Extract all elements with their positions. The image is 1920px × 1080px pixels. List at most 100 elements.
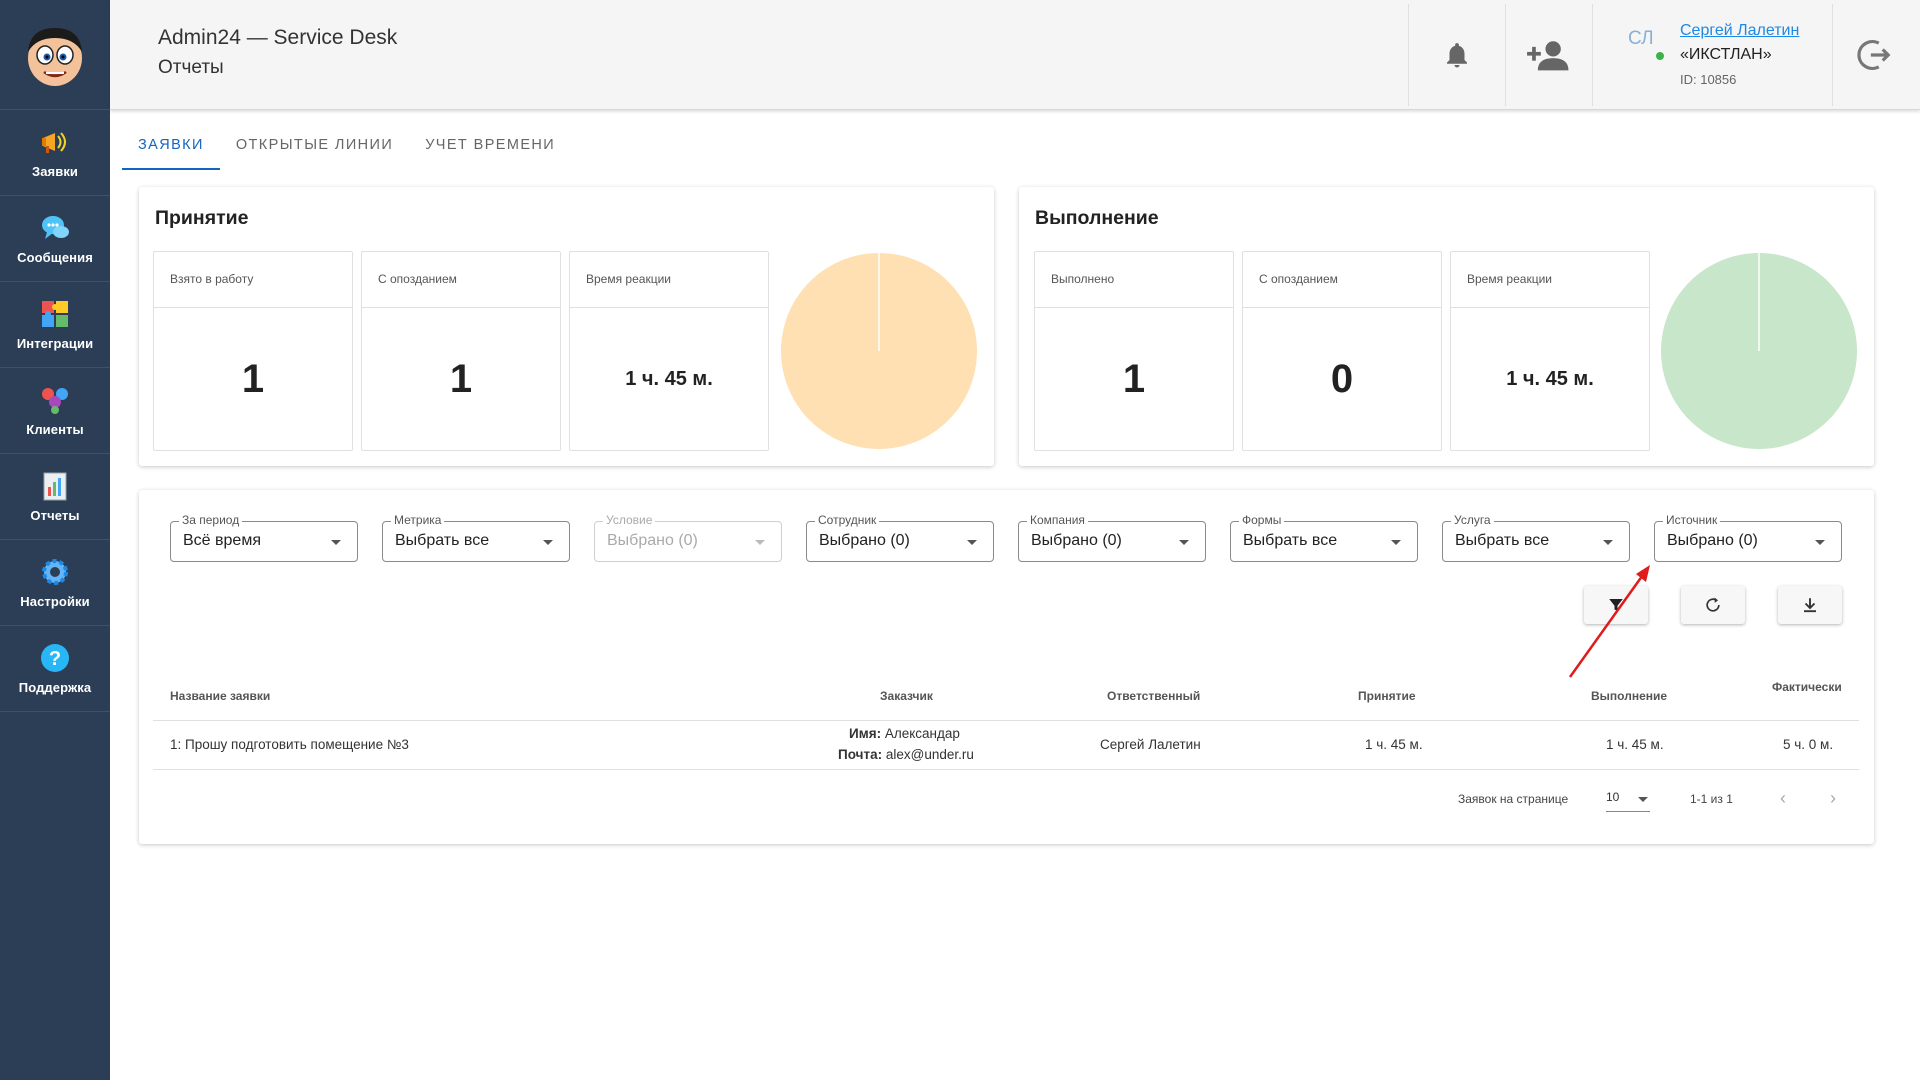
filter-label: Метрика xyxy=(391,513,445,527)
stat-value: 1 ч. 45 м. xyxy=(1506,367,1594,390)
stat-completed: Выполнено 1 xyxy=(1034,251,1234,451)
stat-label: Время реакции xyxy=(570,252,768,308)
column-header-complete[interactable]: Выполнение xyxy=(1591,689,1667,703)
stat-label: Время реакции xyxy=(1451,252,1649,308)
notifications-button[interactable] xyxy=(1432,30,1482,80)
filter-metric-select[interactable]: Метрика Выбрать все xyxy=(382,513,570,562)
accept-time-cell: 1 ч. 45 м. xyxy=(1365,737,1423,752)
filter-value: Выбрано (0) xyxy=(819,532,910,549)
sidebar-item-tickets[interactable]: Заявки xyxy=(0,110,110,196)
column-header-name[interactable]: Название заявки xyxy=(170,689,270,703)
gear-icon xyxy=(42,559,68,585)
svg-text:?: ? xyxy=(49,648,61,670)
megaphone-icon xyxy=(42,132,66,153)
app-title: Admin24 — Service Desk xyxy=(158,26,398,49)
column-header-responsible[interactable]: Ответственный xyxy=(1107,689,1200,703)
prev-page-icon[interactable]: ‹ xyxy=(1773,788,1793,808)
rows-per-page-select[interactable]: 10 xyxy=(1606,788,1650,812)
filter-label: Компания xyxy=(1027,513,1088,527)
add-user-button[interactable] xyxy=(1522,30,1572,80)
filter-label: Условие xyxy=(603,513,656,527)
filter-value: Выбрать все xyxy=(1455,532,1550,549)
sidebar-item-clients[interactable]: Клиенты xyxy=(0,368,110,454)
acceptance-pie-chart xyxy=(781,253,977,449)
chevron-down-icon xyxy=(1391,540,1401,545)
column-header-actual[interactable]: Фактически xyxy=(1772,680,1842,694)
stat-late: С опозданием 0 xyxy=(1242,251,1442,451)
sidebar-item-messages[interactable]: Сообщения xyxy=(0,196,110,282)
sidebar-item-label: Поддержка xyxy=(18,680,92,695)
stat-label: С опозданием xyxy=(362,252,560,308)
filter-value: Выбрано (0) xyxy=(1667,532,1758,549)
sidebar-item-support[interactable]: ? Поддержка xyxy=(0,626,110,712)
ticket-name-cell[interactable]: 1: Прошу подготовить помещение №3 xyxy=(170,737,409,752)
sidebar-item-label: Интеграции xyxy=(16,336,94,351)
filter-company-select[interactable]: Компания Выбрано (0) xyxy=(1018,513,1206,562)
customer-name-label: Имя: xyxy=(849,726,882,741)
mascot-logo-icon xyxy=(28,27,82,86)
stat-reaction-time: Время реакции 1 ч. 45 м. xyxy=(569,251,769,451)
header-divider xyxy=(1592,4,1593,106)
header-divider xyxy=(1832,4,1833,106)
filter-service-select[interactable]: Услуга Выбрать все xyxy=(1442,513,1630,562)
top-header: Admin24 — Service Desk Отчеты СЛ Сергей … xyxy=(110,0,1920,110)
filter-period-select[interactable]: За период Всё время xyxy=(170,513,358,562)
filter-employee-select[interactable]: Сотрудник Выбрано (0) xyxy=(806,513,994,562)
sidebar-item-settings[interactable]: Настройки xyxy=(0,540,110,626)
filter-forms-select[interactable]: Формы Выбрать все xyxy=(1230,513,1418,562)
download-icon xyxy=(1804,598,1816,613)
tab-open-lines[interactable]: Открытые линии xyxy=(220,126,409,170)
stat-value: 1 xyxy=(1122,356,1146,401)
chevron-down-icon xyxy=(543,540,553,545)
filter-label: Источник xyxy=(1663,513,1721,527)
people-icon xyxy=(42,388,68,414)
chevron-down-icon xyxy=(1179,540,1189,545)
question-icon: ? xyxy=(41,644,69,672)
customer-email-cell: Почта: alex@under.ru xyxy=(838,747,974,762)
customer-name-cell: Имя: Александар xyxy=(849,726,960,741)
rows-per-page-label: Заявок на странице xyxy=(1458,792,1569,806)
sidebar-item-label: Клиенты xyxy=(26,422,84,437)
filter-value: Выбрать все xyxy=(395,532,490,549)
filter-source-select[interactable]: Источник Выбрано (0) xyxy=(1654,513,1842,562)
sidebar-item-label: Отчеты xyxy=(30,508,80,523)
tab-time-tracking[interactable]: Учет времени xyxy=(409,126,571,170)
sidebar-item-label: Настройки xyxy=(20,594,90,609)
completion-card: Выполнение Выполнено 1 С опозданием 0 Вр… xyxy=(1019,187,1874,466)
bell-icon xyxy=(1447,43,1467,68)
sidebar: Заявки Сообщения Интеграции Клиенты Отче… xyxy=(0,0,110,1080)
online-status-icon xyxy=(1656,52,1664,60)
customer-name-value: Александар xyxy=(884,726,960,741)
header-divider xyxy=(1408,4,1409,106)
chevron-down-icon xyxy=(1638,797,1648,802)
download-button[interactable] xyxy=(1778,586,1842,624)
column-header-accept[interactable]: Принятие xyxy=(1358,689,1416,703)
sidebar-item-integrations[interactable]: Интеграции xyxy=(0,282,110,368)
sidebar-item-label: Сообщения xyxy=(17,250,93,265)
filter-label: Сотрудник xyxy=(815,513,880,527)
stat-label: Выполнено xyxy=(1035,252,1233,308)
complete-time-cell: 1 ч. 45 м. xyxy=(1606,737,1664,752)
sidebar-item-reports[interactable]: Отчеты xyxy=(0,454,110,540)
chevron-down-icon xyxy=(331,540,341,545)
responsible-cell: Сергей Лалетин xyxy=(1100,737,1201,752)
stat-taken: Взято в работу 1 xyxy=(153,251,353,451)
filter-condition-select: Условие Выбрано (0) xyxy=(594,513,782,562)
filter-value: Выбрано (0) xyxy=(1031,532,1122,549)
filter-value: Выбрать все xyxy=(1243,532,1338,549)
column-header-customer[interactable]: Заказчик xyxy=(880,689,933,703)
stat-value: 1 xyxy=(241,356,265,401)
logout-button[interactable] xyxy=(1849,30,1899,80)
next-page-icon[interactable]: › xyxy=(1823,788,1843,808)
chat-bubbles-icon xyxy=(42,216,69,239)
stat-value: 1 ч. 45 м. xyxy=(625,367,713,390)
logo[interactable] xyxy=(0,0,110,110)
sidebar-item-label: Заявки xyxy=(31,164,79,179)
user-company: «ИКСТЛАН» xyxy=(1680,46,1772,63)
page-title: Отчеты xyxy=(158,57,224,78)
chevron-down-icon xyxy=(1815,540,1825,545)
tab-tickets[interactable]: Заявки xyxy=(122,126,220,170)
refresh-button[interactable] xyxy=(1681,586,1745,624)
completion-pie-chart xyxy=(1661,253,1857,449)
user-name-link[interactable]: Сергей Лалетин xyxy=(1680,22,1799,40)
